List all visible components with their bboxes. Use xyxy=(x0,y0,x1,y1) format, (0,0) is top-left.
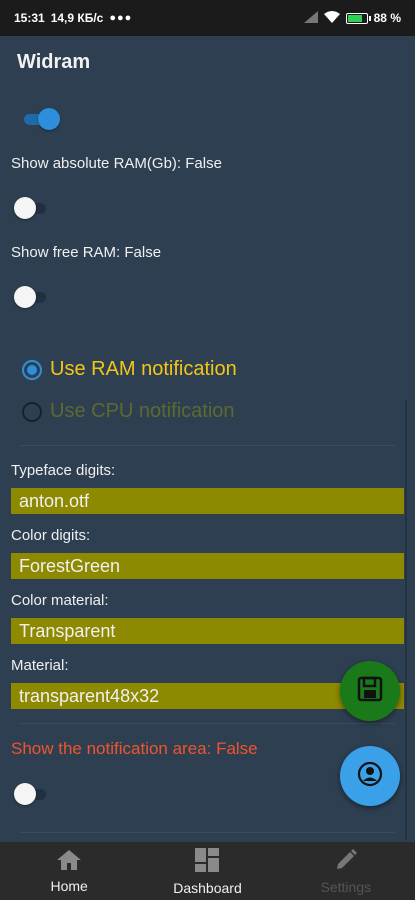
color-digits-field[interactable]: ForestGreen xyxy=(11,553,404,579)
radio-selected-icon xyxy=(22,359,42,380)
toggle-switch-1[interactable] xyxy=(22,107,62,131)
radio-ram-notification[interactable]: Use RAM notification xyxy=(22,358,237,381)
color-material-field[interactable]: Transparent xyxy=(11,618,404,644)
typeface-label: Typeface digits: xyxy=(11,462,116,479)
nav-home-label: Home xyxy=(50,877,88,894)
status-bar: 15:31 14,9 КБ/с ●●● 88 % xyxy=(0,0,415,36)
wifi-icon xyxy=(323,10,340,26)
app-title: Widram xyxy=(17,50,91,73)
nav-settings-label: Settings xyxy=(320,878,372,895)
free-ram-label: Show free RAM: False xyxy=(11,244,162,261)
radio-cpu-notification[interactable]: Use CPU notification xyxy=(22,400,235,423)
radio-ram-label: Use RAM notification xyxy=(50,358,237,380)
pencil-icon xyxy=(334,848,358,877)
scrollbar[interactable] xyxy=(405,400,407,840)
divider xyxy=(20,445,395,446)
signal-icon xyxy=(303,10,318,26)
radio-unselected-icon xyxy=(22,401,42,422)
dashboard-icon xyxy=(194,847,220,878)
nav-settings[interactable]: Settings xyxy=(277,842,415,900)
radio-cpu-label: Use CPU notification xyxy=(50,400,235,422)
nav-dashboard-label: Dashboard xyxy=(173,879,242,896)
color-digits-label: Color digits: xyxy=(11,527,91,544)
typeface-field[interactable]: anton.otf xyxy=(11,488,404,514)
status-speed: 14,9 КБ/с xyxy=(50,11,104,25)
home-icon xyxy=(56,849,82,876)
app-bar: Widram xyxy=(0,36,415,88)
nav-dashboard[interactable]: Dashboard xyxy=(138,842,276,900)
color-material-label: Color material: xyxy=(11,592,109,609)
nav-home[interactable]: Home xyxy=(0,842,138,900)
notification-area-toggle[interactable] xyxy=(12,782,52,806)
free-ram-toggle[interactable] xyxy=(12,285,52,309)
absolute-ram-label: Show absolute RAM(Gb): False xyxy=(11,155,222,172)
divider xyxy=(20,832,395,833)
status-time: 15:31 xyxy=(14,11,45,25)
account-fab-button[interactable] xyxy=(340,746,400,806)
user-account-icon xyxy=(357,761,383,792)
battery-icon xyxy=(345,12,371,24)
material-label: Material: xyxy=(11,657,69,674)
absolute-ram-toggle[interactable] xyxy=(12,196,52,220)
floppy-disk-icon xyxy=(357,676,383,707)
notification-area-label: Show the notification area: False xyxy=(11,739,258,758)
notification-dots-icon: ●●● xyxy=(109,12,133,24)
battery-percent: 88 % xyxy=(373,11,401,25)
bottom-navigation: Home Dashboard Settings xyxy=(0,842,415,900)
save-fab-button[interactable] xyxy=(340,661,400,721)
divider xyxy=(20,723,395,724)
